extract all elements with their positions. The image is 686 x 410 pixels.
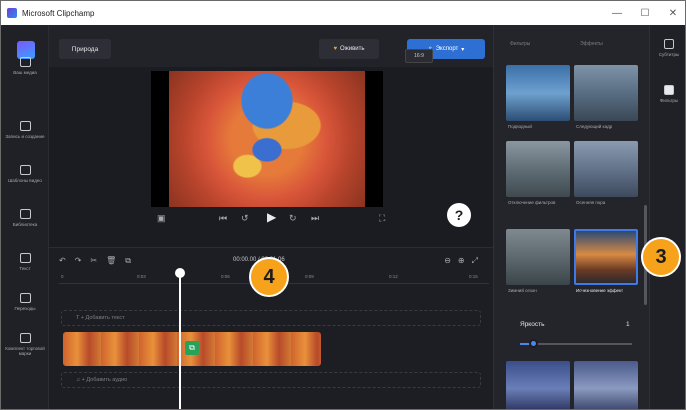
preview-stage: ▣ ⏮ ↺ ▶ ↻ ⏭ ⛶ ? bbox=[49, 67, 493, 247]
playhead-line[interactable] bbox=[179, 272, 181, 409]
captions-icon bbox=[664, 39, 674, 49]
ruler-tick: 0 bbox=[61, 274, 64, 279]
templates-icon bbox=[19, 165, 31, 175]
maximize-button[interactable]: ☐ bbox=[631, 1, 659, 25]
ruler-tick: 0:15 bbox=[469, 274, 478, 279]
filter-tile[interactable] bbox=[574, 141, 638, 197]
fullscreen-icon[interactable]: ⛶ bbox=[379, 213, 385, 224]
ruler-tick: 0:12 bbox=[389, 274, 398, 279]
ruler-tick: 0:03 bbox=[137, 274, 146, 279]
forward-icon[interactable]: ↻ bbox=[289, 213, 297, 224]
brand-kit-icon bbox=[19, 333, 31, 343]
filter-tile[interactable] bbox=[574, 65, 638, 121]
intensity-label: Яркость bbox=[520, 321, 545, 328]
preview-frame-image bbox=[169, 71, 365, 207]
heart-icon: ♥ bbox=[333, 46, 338, 52]
window-title: Microsoft Clipchamp bbox=[22, 8, 95, 18]
close-button[interactable]: ✕ bbox=[659, 1, 685, 25]
rail-item-record[interactable]: Запись и создание bbox=[1, 121, 49, 139]
filter-tile[interactable] bbox=[506, 65, 570, 121]
skip-forward-icon[interactable]: ⏭ bbox=[311, 213, 319, 224]
rewind-icon[interactable]: ↺ bbox=[241, 213, 249, 224]
playhead-handle[interactable] bbox=[175, 268, 185, 278]
clipchamp-logo-icon bbox=[7, 8, 17, 18]
video-preview[interactable] bbox=[151, 71, 383, 207]
ruler-tick: 0:06 bbox=[221, 274, 230, 279]
rail-item-templates[interactable]: Шаблоны видео bbox=[1, 165, 49, 183]
rail-item-media[interactable]: Ваш медиа bbox=[1, 57, 49, 75]
timeline-zoom-controls: ⊖⊕⤢ bbox=[444, 256, 485, 266]
zoom-out-icon[interactable]: ⊖ bbox=[444, 256, 458, 265]
add-text-track[interactable]: T + Добавить текст bbox=[61, 310, 481, 326]
left-navigation-rail: Ваш медиа Запись и создание Шаблоны виде… bbox=[1, 25, 49, 409]
filter-tile[interactable] bbox=[574, 361, 638, 409]
rail-item-captions[interactable]: Субтитры bbox=[650, 39, 685, 57]
play-icon[interactable]: ▶ bbox=[267, 210, 276, 224]
save-button[interactable]: ♥ Оживить bbox=[319, 39, 379, 59]
intensity-slider-handle[interactable] bbox=[529, 339, 539, 348]
filters-panel: Фильтры Эффекты Подводный Следующий кадр… bbox=[493, 25, 649, 409]
callout-marker-3: 3 bbox=[641, 237, 681, 277]
transition-icon[interactable]: ⧉ bbox=[185, 341, 199, 355]
intensity-value: 1 bbox=[626, 321, 630, 328]
split-icon[interactable]: ✂ bbox=[90, 256, 106, 265]
filter-tile-label: Отключение фильтров bbox=[508, 200, 556, 205]
rail-item-brand-kit[interactable]: Комплект торговой марки bbox=[1, 333, 49, 356]
panel-tab-effects[interactable]: Эффекты bbox=[580, 41, 603, 47]
rail-item-transitions[interactable]: Переходы bbox=[1, 293, 49, 311]
filter-tile-label: Осенняя пора bbox=[576, 200, 606, 205]
captions-toggle-icon[interactable]: ▣ bbox=[157, 213, 166, 224]
project-name-button[interactable]: Природа bbox=[59, 39, 111, 59]
library-icon bbox=[19, 209, 31, 219]
rail-item-text[interactable]: Текст bbox=[1, 253, 49, 271]
fit-icon[interactable]: ⤢ bbox=[472, 256, 485, 265]
minimize-button[interactable]: — bbox=[603, 1, 631, 25]
redo-icon[interactable]: ↷ bbox=[75, 256, 91, 265]
aspect-ratio-button[interactable]: 16:9 bbox=[405, 49, 433, 63]
media-icon bbox=[19, 57, 31, 67]
properties-rail: Субтитры Фильтры bbox=[649, 25, 685, 409]
skip-back-icon[interactable]: ⏮ bbox=[219, 213, 227, 224]
ruler-tick: 0:09 bbox=[305, 274, 314, 279]
filter-tile-selected[interactable] bbox=[574, 229, 638, 285]
text-icon bbox=[19, 253, 31, 263]
video-clip[interactable]: ⧉ bbox=[63, 332, 321, 366]
chevron-down-icon: ▾ bbox=[461, 46, 465, 53]
delete-icon[interactable]: 🗑 bbox=[106, 256, 125, 265]
timeline-toolbar: ↶↷✂🗑⧉ bbox=[59, 256, 140, 266]
app-window: Microsoft Clipchamp — ☐ ✕ Ваш медиа Запи… bbox=[0, 0, 686, 410]
zoom-in-icon[interactable]: ⊕ bbox=[458, 256, 472, 265]
rail-item-library[interactable]: Библиотека bbox=[1, 209, 49, 227]
add-audio-track[interactable]: ♫ + Добавить аудио bbox=[61, 372, 481, 388]
filter-tile-label: Следующий кадр bbox=[576, 124, 613, 129]
title-bar: Microsoft Clipchamp — ☐ ✕ bbox=[1, 1, 685, 25]
filter-tile[interactable] bbox=[506, 229, 570, 285]
filters-icon bbox=[664, 85, 674, 95]
filter-tile-label: Зимний сезон bbox=[508, 288, 537, 293]
filter-tile-label: Исчезновение эффект bbox=[576, 288, 624, 293]
callout-marker-4: 4 bbox=[249, 257, 289, 297]
filter-tile[interactable] bbox=[506, 141, 570, 197]
undo-icon[interactable]: ↶ bbox=[59, 256, 75, 265]
panel-tab-filters[interactable]: Фильтры bbox=[510, 41, 530, 47]
help-button[interactable]: ? bbox=[447, 203, 471, 227]
rail-item-filters[interactable]: Фильтры bbox=[650, 85, 685, 103]
export-button-label: Экспорт bbox=[435, 46, 459, 52]
record-icon bbox=[19, 121, 31, 131]
duplicate-icon[interactable]: ⧉ bbox=[125, 256, 140, 265]
filter-tile[interactable] bbox=[506, 361, 570, 409]
save-button-label: Оживить bbox=[340, 46, 365, 52]
filter-tile-label: Подводный bbox=[508, 124, 532, 129]
transitions-icon bbox=[19, 293, 31, 303]
